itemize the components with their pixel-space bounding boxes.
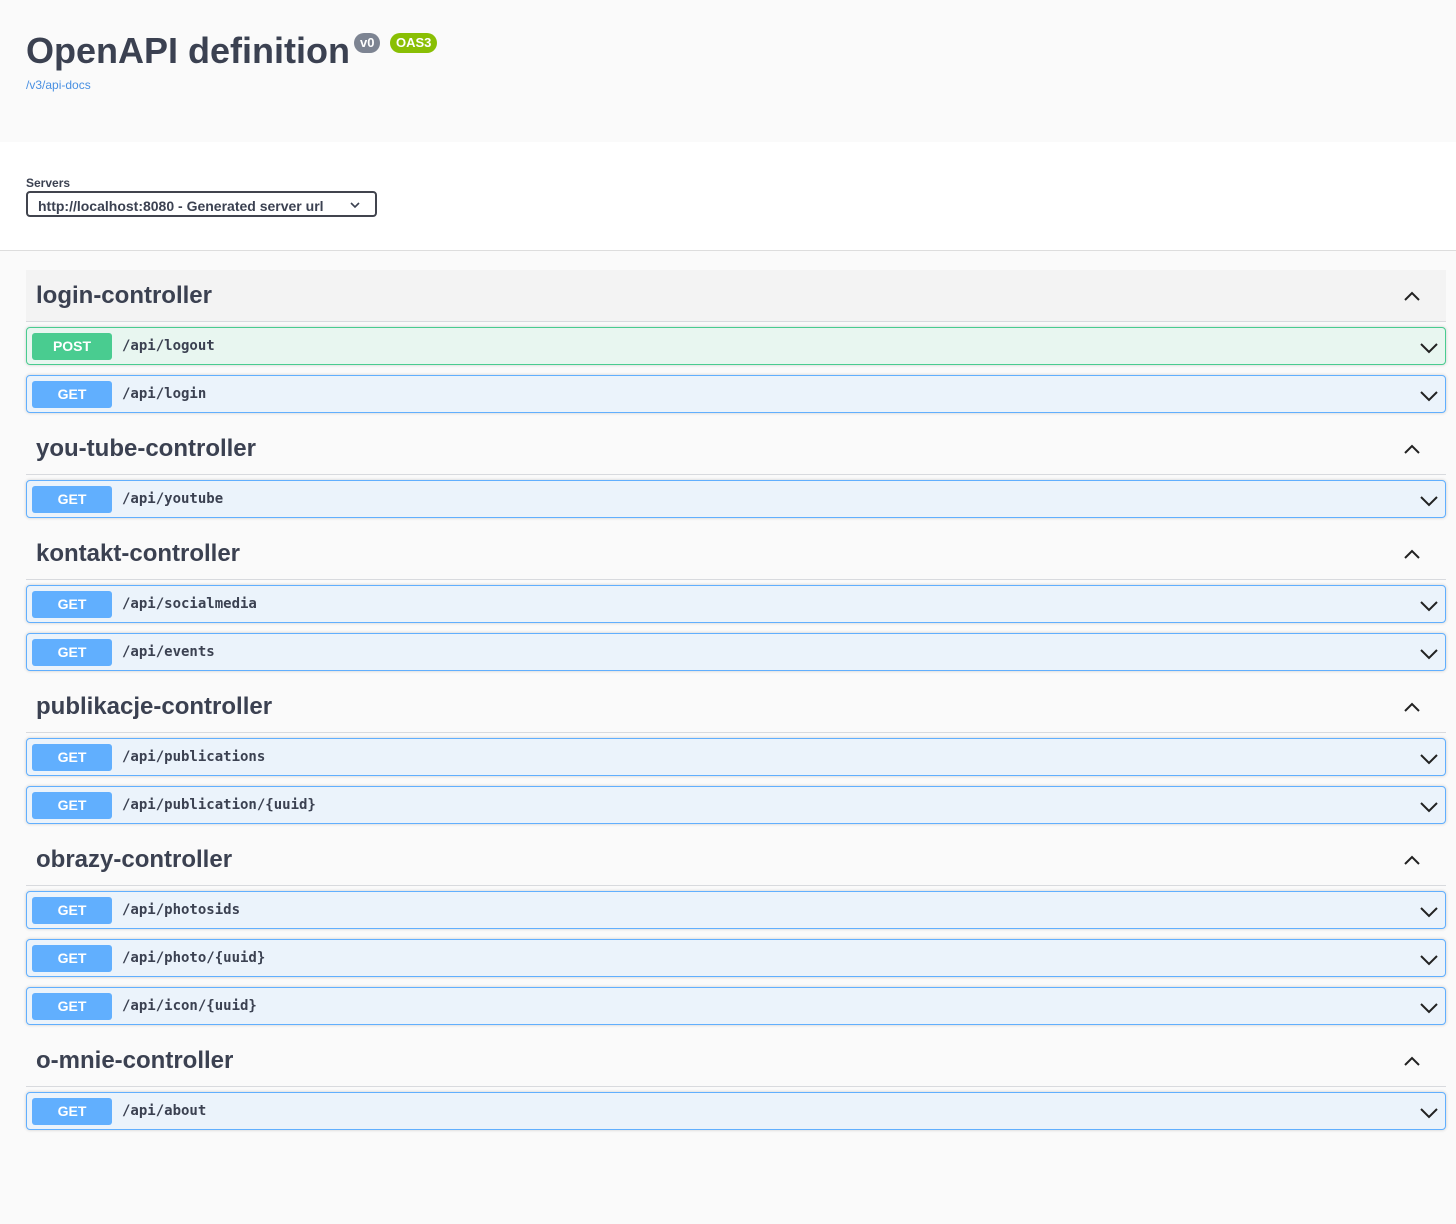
- info-header: OpenAPI definition v0 OAS3 /v3/api-docs: [0, 0, 1456, 142]
- method-badge: GET: [32, 945, 112, 972]
- chevron-down-icon: [1420, 955, 1438, 966]
- servers-label: Servers: [26, 176, 71, 190]
- oas-badge: OAS3: [390, 33, 438, 53]
- tag-header[interactable]: you-tube-controller: [26, 423, 1446, 475]
- chevron-up-icon[interactable]: [1402, 697, 1422, 717]
- chevron-down-icon: [1420, 802, 1438, 813]
- operation-path: /api/socialmedia: [122, 596, 257, 612]
- tag-name: kontakt-controller: [36, 540, 241, 567]
- operation-path: /api/photosids: [122, 902, 241, 918]
- tag-name: login-controller: [36, 282, 212, 309]
- operation-row[interactable]: GET/api/login: [26, 375, 1446, 413]
- operation-row[interactable]: GET/api/photo/{uuid}: [26, 939, 1446, 977]
- operation-row[interactable]: GET/api/events: [26, 633, 1446, 671]
- operation-path: /api/events: [122, 644, 215, 660]
- chevron-down-icon: [1420, 391, 1438, 402]
- method-badge: GET: [32, 744, 112, 771]
- operation-row[interactable]: GET/api/publication/{uuid}: [26, 786, 1446, 824]
- operation-row[interactable]: GET/api/publications: [26, 738, 1446, 776]
- operation-path: /api/logout: [122, 338, 215, 354]
- tag-header[interactable]: o-mnie-controller: [26, 1035, 1446, 1087]
- operation-path: /api/publications: [122, 749, 266, 765]
- tag-name: obrazy-controller: [36, 846, 233, 873]
- operation-row[interactable]: GET/api/photosids: [26, 891, 1446, 929]
- operation-row[interactable]: GET/api/socialmedia: [26, 585, 1446, 623]
- operation-row[interactable]: GET/api/about: [26, 1092, 1446, 1130]
- operations-list: login-controller POST/api/logout GET/api/l…: [26, 270, 1446, 1140]
- tag-header[interactable]: obrazy-controller: [26, 834, 1446, 886]
- chevron-down-icon: [1420, 601, 1438, 612]
- method-badge: GET: [32, 993, 112, 1020]
- method-badge: GET: [32, 381, 112, 408]
- chevron-down-icon: [1420, 649, 1438, 660]
- operation-path: /api/publication/{uuid}: [122, 797, 316, 813]
- operation-path: /api/photo/{uuid}: [122, 950, 266, 966]
- tag-section: you-tube-controller GET/api/youtube: [26, 423, 1446, 518]
- method-badge: GET: [32, 897, 112, 924]
- tag-header[interactable]: kontakt-controller: [26, 528, 1446, 580]
- api-docs-link[interactable]: /v3/api-docs: [26, 78, 91, 92]
- tag-header[interactable]: login-controller: [26, 270, 1446, 322]
- chevron-up-icon[interactable]: [1402, 1051, 1422, 1071]
- method-badge: GET: [32, 486, 112, 513]
- servers-select-value: http://localhost:8080 - Generated server…: [38, 198, 324, 214]
- chevron-up-icon[interactable]: [1402, 439, 1422, 459]
- operation-row[interactable]: GET/api/youtube: [26, 480, 1446, 518]
- chevron-down-icon: [1420, 754, 1438, 765]
- tag-name: o-mnie-controller: [36, 1047, 234, 1074]
- servers-select[interactable]: http://localhost:8080 - Generated server…: [26, 191, 377, 217]
- method-badge: POST: [32, 333, 112, 360]
- chevron-up-icon[interactable]: [1402, 544, 1422, 564]
- chevron-up-icon[interactable]: [1402, 286, 1422, 306]
- tag-section: kontakt-controller GET/api/socialmedia GET…: [26, 528, 1446, 671]
- tag-section: login-controller POST/api/logout GET/api/l…: [26, 270, 1446, 413]
- method-badge: GET: [32, 1098, 112, 1125]
- tag-name: you-tube-controller: [36, 435, 256, 462]
- method-badge: GET: [32, 591, 112, 618]
- method-badge: GET: [32, 639, 112, 666]
- page-title: OpenAPI definition: [26, 30, 350, 71]
- operation-path: /api/youtube: [122, 491, 224, 507]
- operation-path: /api/about: [122, 1103, 207, 1119]
- operation-row[interactable]: GET/api/icon/{uuid}: [26, 987, 1446, 1025]
- operation-row[interactable]: POST/api/logout: [26, 327, 1446, 365]
- version-badge: v0: [354, 33, 381, 53]
- chevron-down-icon: [1420, 1003, 1438, 1014]
- tag-name: publikacje-controller: [36, 693, 273, 720]
- tag-section: publikacje-controller GET/api/publication…: [26, 681, 1446, 824]
- chevron-down-icon: [1420, 343, 1438, 354]
- operation-path: /api/icon/{uuid}: [122, 998, 257, 1014]
- method-badge: GET: [32, 792, 112, 819]
- chevron-down-icon: [350, 202, 360, 209]
- chevron-up-icon[interactable]: [1402, 850, 1422, 870]
- servers-section: Servers http://localhost:8080 - Generate…: [0, 142, 1456, 251]
- tag-section: obrazy-controller GET/api/photosids GET/ap…: [26, 834, 1446, 1025]
- operation-path: /api/login: [122, 386, 207, 402]
- tag-header[interactable]: publikacje-controller: [26, 681, 1446, 733]
- tag-section: o-mnie-controller GET/api/about: [26, 1035, 1446, 1130]
- chevron-down-icon: [1420, 907, 1438, 918]
- chevron-down-icon: [1420, 1108, 1438, 1119]
- chevron-down-icon: [1420, 496, 1438, 507]
